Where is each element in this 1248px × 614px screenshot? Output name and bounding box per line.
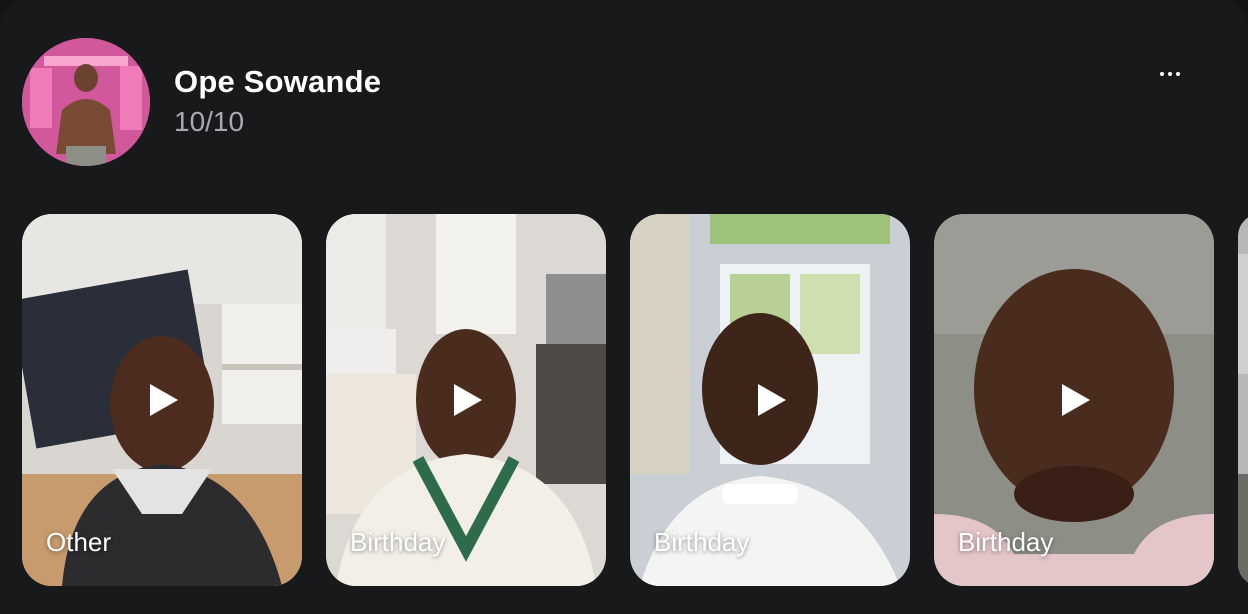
video-carousel[interactable]: Other Birthday Birthday Birthday (22, 214, 1248, 586)
video-card[interactable]: Other (22, 214, 302, 586)
video-label: Other (46, 527, 112, 557)
profile-name: Ope Sowande (174, 64, 382, 99)
play-icon[interactable] (142, 380, 182, 420)
video-thumbnail (1238, 214, 1248, 586)
more-horizontal-icon (1160, 72, 1164, 76)
play-icon[interactable] (446, 380, 486, 420)
video-card[interactable]: Birthday (934, 214, 1214, 586)
play-icon[interactable] (1054, 380, 1094, 420)
play-icon[interactable] (750, 380, 790, 420)
video-card-partial[interactable] (1238, 214, 1248, 586)
video-label: Birthday (654, 527, 750, 557)
profile-panel: Ope Sowande 10/10 Other Birthday Birthda… (0, 0, 1248, 614)
avatar[interactable] (22, 38, 150, 166)
video-count: 10/10 (174, 106, 245, 137)
more-options-button[interactable] (1150, 58, 1190, 90)
more-horizontal-icon (1168, 72, 1172, 76)
video-card[interactable]: Birthday (630, 214, 910, 586)
video-label: Birthday (350, 527, 446, 557)
video-label: Birthday (958, 527, 1054, 557)
more-horizontal-icon (1176, 72, 1180, 76)
video-card[interactable]: Birthday (326, 214, 606, 586)
